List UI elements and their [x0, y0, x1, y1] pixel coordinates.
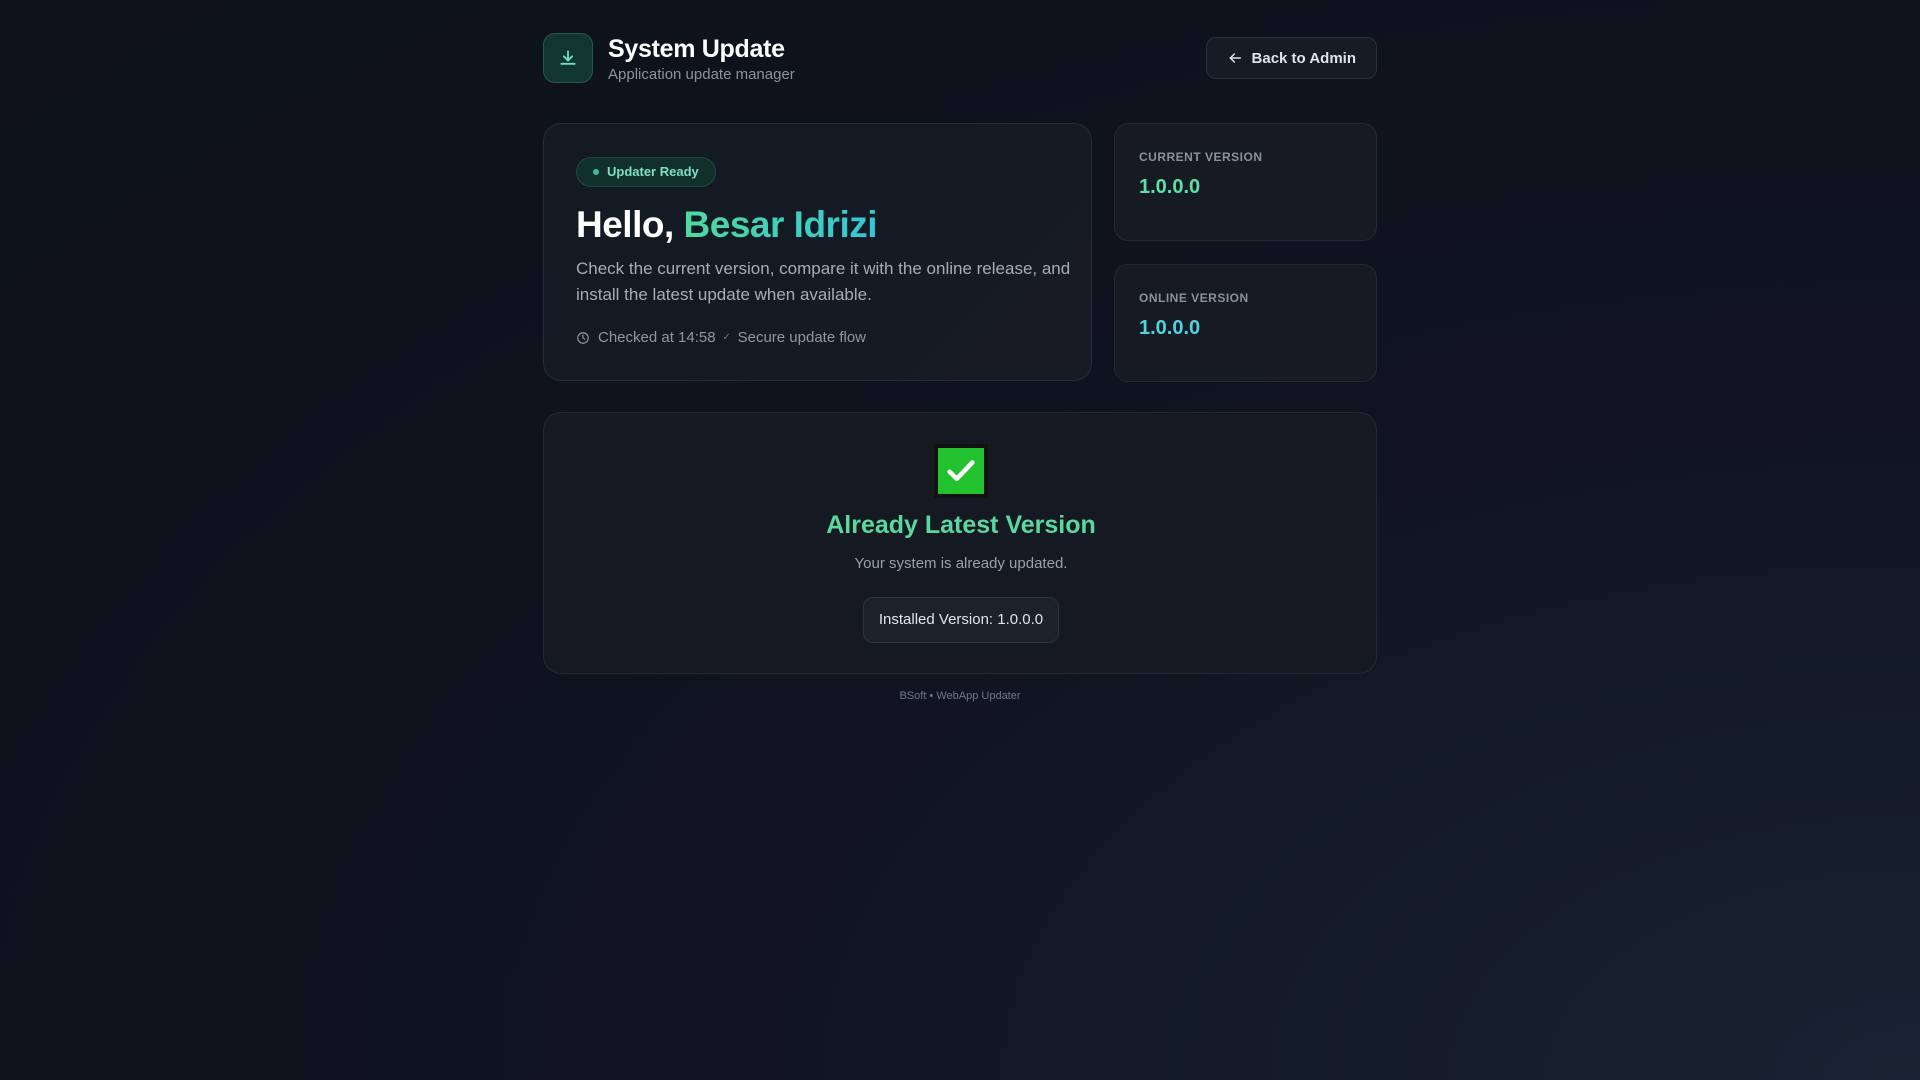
update-status-card: Already Latest Version Your system is al…: [543, 412, 1377, 674]
back-button-label: Back to Admin: [1251, 49, 1356, 67]
checked-label: Checked at 14:58: [598, 329, 716, 346]
current-version-value: 1.0.0.0: [1139, 176, 1201, 198]
arrow-left-icon: [1227, 50, 1243, 66]
download-icon: [543, 33, 593, 83]
user-name: Besar Idrizi: [683, 204, 878, 245]
meta-row: Checked at 14:58 ✓ Secure update flow: [576, 329, 866, 346]
status-dot: [593, 169, 599, 175]
check-box-icon: [934, 444, 988, 498]
greeting-text: Hello,: [576, 204, 674, 245]
badge-label: Updater Ready: [607, 164, 699, 179]
page-title: System Update: [608, 35, 785, 63]
installed-version-pill: Installed Version: 1.0.0.0: [863, 597, 1059, 643]
checkmark-icon: ✓: [722, 332, 731, 343]
greeting-heading: Hello, Besar Idrizi: [576, 204, 878, 246]
status-subtitle: Your system is already updated.: [854, 555, 1068, 572]
clock-icon: [576, 331, 590, 345]
greeting-card: Updater Ready Hello, Besar Idrizi Check …: [543, 123, 1092, 381]
back-to-admin-button[interactable]: Back to Admin: [1205, 37, 1377, 79]
footer-text: BSoft • WebApp Updater: [899, 690, 1021, 702]
status-badge: Updater Ready: [576, 157, 716, 187]
greeting-description: Check the current version, compare it wi…: [576, 259, 1071, 304]
checked-time: Checked at 14:58: [576, 329, 716, 346]
current-version-card: CURRENT VERSION 1.0.0.0: [1114, 123, 1377, 241]
page-header: System Update Application update manager…: [543, 33, 1377, 83]
secure-flow: Secure update flow: [738, 329, 866, 346]
status-title: Already Latest Version: [826, 511, 1096, 539]
online-version-value: 1.0.0.0: [1139, 317, 1201, 339]
current-version-label: CURRENT VERSION: [1139, 150, 1263, 164]
secure-label: Secure update flow: [737, 329, 867, 346]
page-subtitle: Application update manager: [608, 66, 795, 83]
online-version-label: ONLINE VERSION: [1139, 291, 1249, 305]
online-version-card: ONLINE VERSION 1.0.0.0: [1114, 264, 1377, 382]
